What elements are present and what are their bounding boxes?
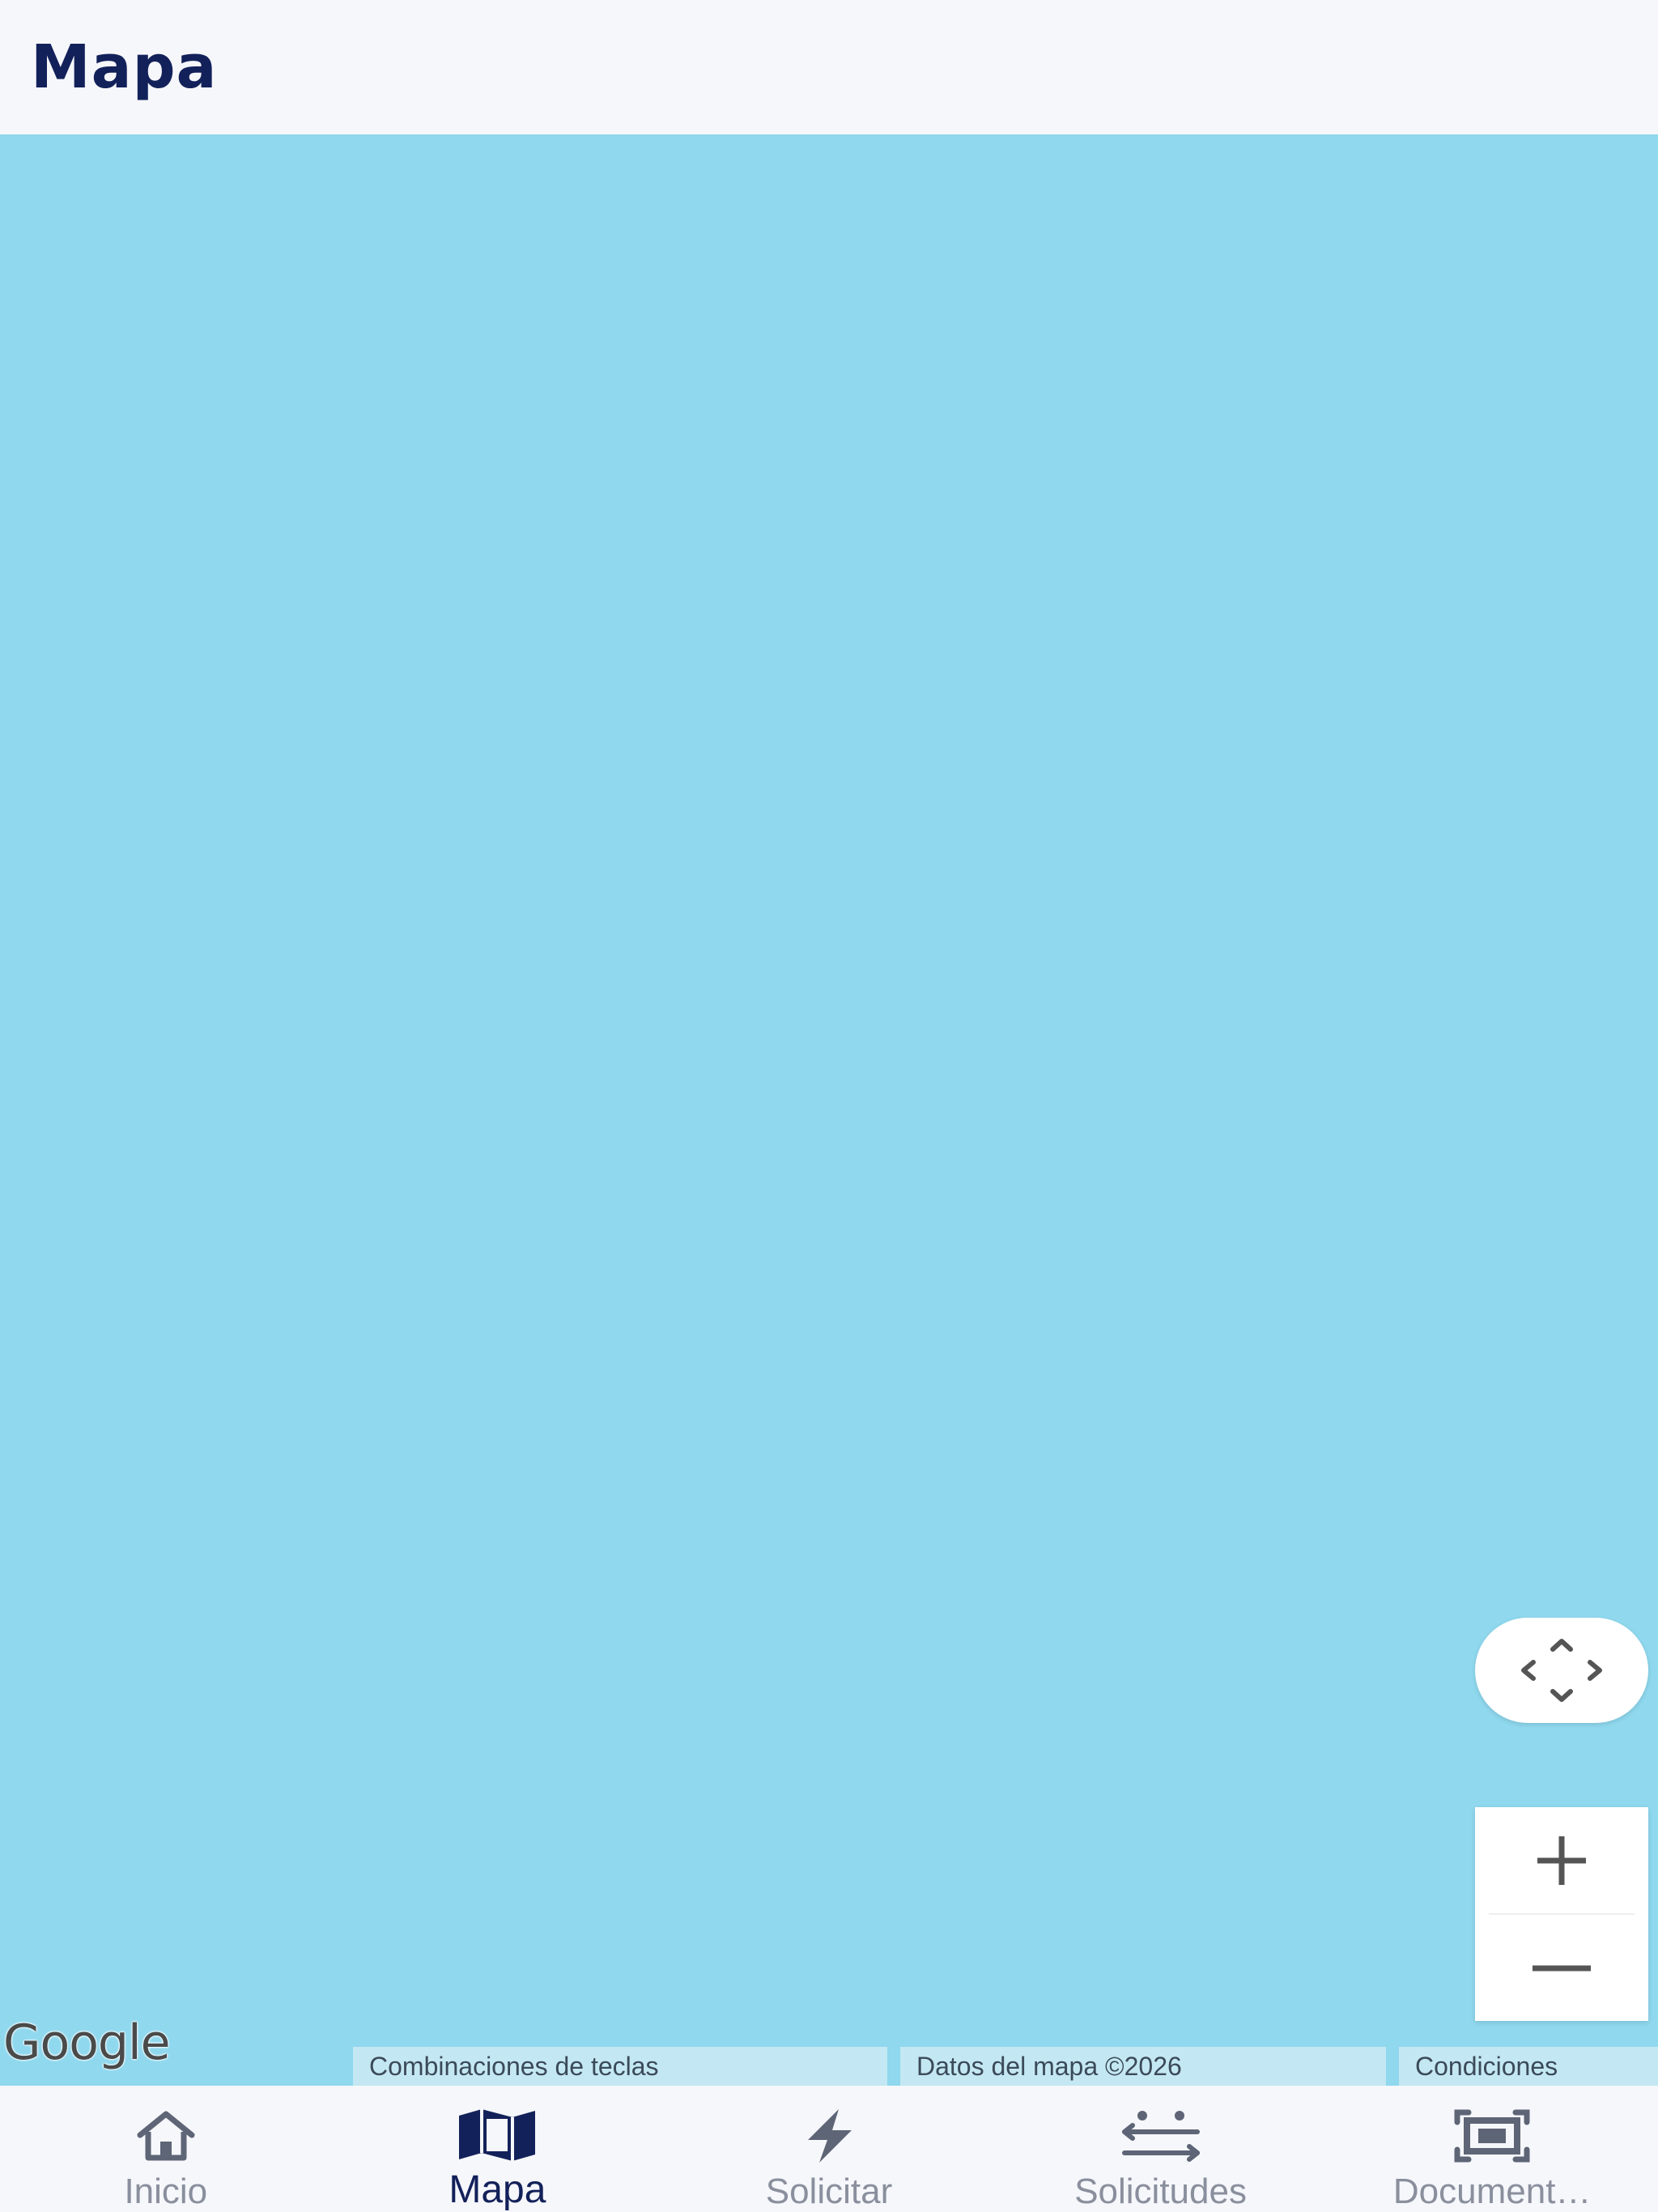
zoom-out-button[interactable] [1475,1915,1648,2021]
nav-label: Document… [1392,2172,1592,2211]
map-icon [459,2108,536,2161]
nav-item-solicitudes[interactable]: Solicitudes [995,2086,1327,2212]
document-frame-icon [1454,2109,1530,2163]
zoom-in-button[interactable] [1475,1807,1648,1913]
top-app-bar: Mapa [0,0,1658,134]
page-title: Mapa [31,32,218,102]
nav-item-solicitar[interactable]: Solicitar [663,2086,995,2212]
nav-item-inicio[interactable]: Inicio [0,2086,332,2212]
keyboard-shortcuts-link[interactable]: Combinaciones de teclas [353,2047,887,2086]
home-icon [137,2111,195,2161]
plus-icon [1537,1836,1586,1885]
nav-label: Solicitar [765,2172,893,2211]
nav-item-mapa[interactable]: Mapa [332,2086,664,2212]
minus-icon [1533,1965,1591,1971]
terms-link[interactable]: Condiciones [1399,2047,1658,2086]
google-logo: Google [3,2014,171,2071]
map-data-attribution: Datos del mapa ©2026 [900,2047,1386,2086]
bottom-navigation: Inicio Mapa Solicitar Solicitudes Docume… [0,2086,1658,2212]
nav-item-documentos[interactable]: Document… [1326,2086,1658,2212]
transfer-icon [1121,2111,1200,2162]
map-view[interactable]: Google Combinaciones de teclas Datos del… [0,134,1658,2086]
nav-label: Solicitudes [1074,2172,1247,2211]
zoom-control [1475,1807,1648,2021]
nav-label: Inicio [124,2172,208,2211]
map-attribution: Combinaciones de teclas Datos del mapa ©… [353,2047,1658,2086]
app-root: Mapa Google Combinaciones de teclas Dato… [0,0,1658,2212]
pan-arrows-icon [1521,1639,1602,1702]
bolt-icon [807,2109,852,2163]
nav-label: Mapa [449,2168,546,2211]
pan-control-button[interactable] [1475,1618,1648,1723]
